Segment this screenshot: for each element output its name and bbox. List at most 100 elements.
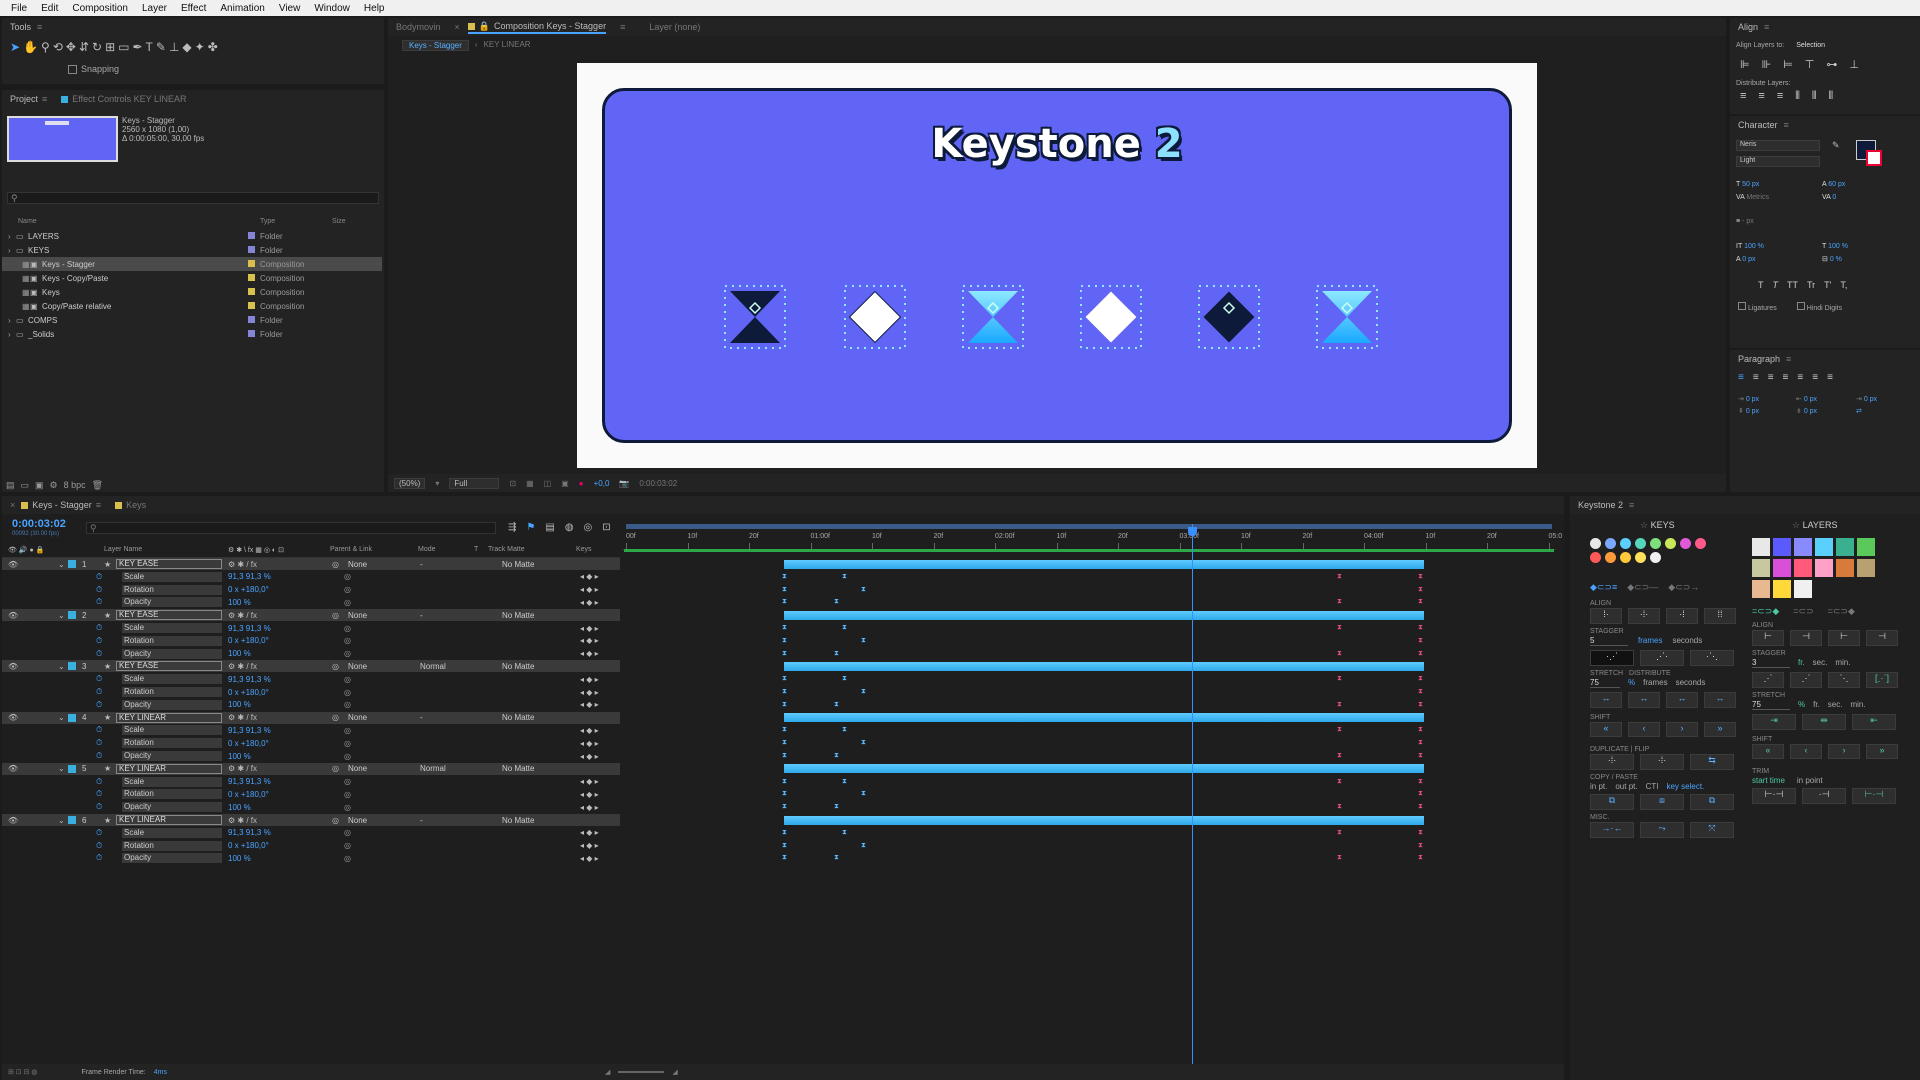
key-color-swatch[interactable]	[1695, 538, 1706, 549]
stopwatch-icon[interactable]: ⏱	[96, 700, 102, 710]
select-layers-range-icon[interactable]: =⊂⊃	[1793, 606, 1813, 617]
keyframe-icon[interactable]: ⧗	[861, 790, 866, 797]
justify-left-icon[interactable]: ≡	[1783, 372, 1789, 383]
expression-pickwhip-icon[interactable]: ◎	[344, 752, 351, 761]
layer-label-swatch[interactable]	[1752, 580, 1770, 598]
stopwatch-icon[interactable]: ⏱	[96, 687, 102, 697]
property-row[interactable]: ⏱ Opacity 100 % ◎ ◂ ◆ ▸	[2, 648, 620, 660]
layer-label-swatch[interactable]	[1773, 580, 1791, 598]
pickwhip-icon[interactable]: ◎	[332, 611, 339, 620]
eye-icon[interactable]: 👁	[8, 611, 18, 620]
align-keys-last-button[interactable]: ·⁞	[1666, 608, 1698, 624]
stopwatch-icon[interactable]: ⏱	[96, 597, 102, 607]
keyframe-nav-icon[interactable]: ◂ ◆ ▸	[580, 790, 599, 799]
justify-right-icon[interactable]: ≡	[1812, 372, 1818, 383]
chevron-down-icon[interactable]: ⌄	[58, 560, 65, 569]
diamond-shape-5[interactable]	[1203, 291, 1255, 343]
keyframe-nav-icon[interactable]: ◂ ◆ ▸	[580, 700, 599, 709]
eraser-tool-icon[interactable]: ◆	[182, 40, 191, 54]
parent-select[interactable]: None	[348, 611, 367, 620]
playhead-handle[interactable]	[1188, 527, 1197, 536]
property-value[interactable]: 100 %	[228, 598, 251, 607]
layers-shift-far-right-button[interactable]: »	[1866, 744, 1898, 759]
flip-keys-button[interactable]: ⇆	[1690, 754, 1734, 770]
keyframe-icon[interactable]: ⧗	[782, 829, 787, 836]
key-color-swatch[interactable]	[1590, 538, 1601, 549]
keyframe-icon[interactable]: ⧗	[782, 586, 787, 593]
key-color-swatch[interactable]	[1650, 552, 1661, 563]
shift-far-left-button[interactable]: «	[1590, 722, 1622, 737]
dist-hcenter-icon[interactable]: ⫴	[1812, 90, 1817, 103]
layer-color-label[interactable]	[68, 816, 76, 824]
label-color-swatch[interactable]	[248, 246, 255, 253]
layer-label-swatch[interactable]	[1794, 580, 1812, 598]
property-row[interactable]: ⏱ Rotation 0 x +180,0° ◎ ◂ ◆ ▸	[2, 737, 620, 749]
rotate-tool-icon[interactable]: ↻	[92, 40, 102, 54]
property-row[interactable]: ⏱ Scale 91,3 91,3 % ◎ ◂ ◆ ▸	[2, 571, 620, 583]
stopwatch-icon[interactable]: ⏱	[96, 853, 102, 863]
dist-left-icon[interactable]: ⫴	[1795, 90, 1800, 103]
align-keys-each-button[interactable]: ⁞⁞	[1704, 608, 1736, 624]
justify-all-icon[interactable]: ≡	[1827, 372, 1833, 383]
property-value[interactable]: 0 x +180,0°	[228, 790, 269, 799]
parent-select[interactable]: None	[348, 560, 367, 569]
layer-row[interactable]: 👁 ⌄ 6 ★ KEY LINEAR ⚙ ✱ / fx ◎ None - No Matte	[2, 814, 620, 826]
indent-right-value[interactable]: 0 px	[1804, 396, 1817, 403]
transparency-icon[interactable]: ▦	[526, 479, 534, 488]
duplicate-keys-button[interactable]: ·⁞·	[1590, 754, 1634, 770]
justify-center-icon[interactable]: ≡	[1797, 372, 1803, 383]
layer-name[interactable]: KEY LINEAR	[116, 712, 222, 723]
brush-tool-icon[interactable]: ✎	[156, 40, 166, 54]
stroke-color-swatch[interactable]	[1866, 150, 1882, 166]
layer-label-swatch[interactable]	[1836, 538, 1854, 556]
stagger-forward-button[interactable]: ·⋰	[1590, 650, 1634, 666]
trim-start-time-option[interactable]: start time	[1752, 776, 1785, 785]
color-icon[interactable]: ●	[579, 479, 584, 488]
align-layers-out-button[interactable]: ⊢	[1828, 630, 1860, 646]
project-item[interactable]: › ▭ COMPS Folder	[2, 313, 382, 327]
keyframe-nav-icon[interactable]: ◂ ◆ ▸	[580, 688, 599, 697]
property-value[interactable]: 91,3 91,3 %	[228, 675, 271, 684]
chevron-right-icon[interactable]: ›	[8, 232, 11, 241]
snapping-checkbox[interactable]	[68, 64, 77, 74]
keys-stagger-input[interactable]: 5	[1590, 636, 1628, 646]
layers-stretch-fr-option[interactable]: fr.	[1813, 700, 1820, 710]
col-name[interactable]: Name	[18, 218, 37, 225]
stagger-reverse-button[interactable]: ·⋱	[1690, 650, 1734, 666]
align-keys-cti-button[interactable]: ·⁞·	[1628, 608, 1660, 624]
camera-icon[interactable]: 📷	[619, 479, 629, 488]
keyframe-icon[interactable]: ⧗	[834, 854, 839, 861]
layer-color-label[interactable]	[68, 560, 76, 568]
key-color-swatch[interactable]	[1635, 538, 1646, 549]
distribute-button[interactable]: ↔	[1704, 692, 1736, 708]
keyframe-icon[interactable]: ⧗	[861, 739, 866, 746]
chevron-right-icon[interactable]: ›	[8, 330, 11, 339]
selection-tool-icon[interactable]: ➤	[10, 40, 20, 54]
keyframe-icon[interactable]: ⧗	[782, 650, 787, 657]
trim-out-button[interactable]: ·⊣	[1802, 788, 1846, 804]
chevron-down-icon[interactable]: ⌄	[58, 662, 65, 671]
menu-layer[interactable]: Layer	[135, 3, 174, 14]
keyframe-icon[interactable]: ⧗	[782, 598, 787, 605]
pickwhip-icon[interactable]: ◎	[332, 662, 339, 671]
keyframe-icon[interactable]: ⧗	[1337, 854, 1342, 861]
layer-label-swatch[interactable]	[1773, 538, 1791, 556]
stopwatch-icon[interactable]: ⏱	[96, 636, 102, 646]
keyframe-nav-icon[interactable]: ◂ ◆ ▸	[580, 675, 599, 684]
chevron-down-icon[interactable]: ⌄	[58, 713, 65, 722]
keyframe-nav-icon[interactable]: ◂ ◆ ▸	[580, 803, 599, 812]
label-color-swatch[interactable]	[248, 232, 255, 239]
graph-editor-icon[interactable]: ⊡	[602, 522, 610, 533]
keyframe-nav-icon[interactable]: ◂ ◆ ▸	[580, 726, 599, 735]
vscale-value[interactable]: 100 %	[1744, 243, 1764, 250]
property-row[interactable]: ⏱ Scale 91,3 91,3 % ◎ ◂ ◆ ▸	[2, 622, 620, 634]
mode-select[interactable]: Normal	[420, 662, 446, 671]
viewer-time[interactable]: 0:00:03:02	[639, 479, 677, 488]
tab-layer[interactable]: Layer (none)	[649, 22, 700, 32]
mode-select[interactable]: -	[420, 816, 423, 825]
stopwatch-icon[interactable]: ⏱	[96, 674, 102, 684]
work-area-bar[interactable]	[626, 524, 1552, 529]
faux-bold-button[interactable]: T	[1758, 280, 1764, 290]
stopwatch-icon[interactable]: ⏱	[96, 789, 102, 799]
clone-tool-icon[interactable]: ⊥	[169, 40, 179, 54]
